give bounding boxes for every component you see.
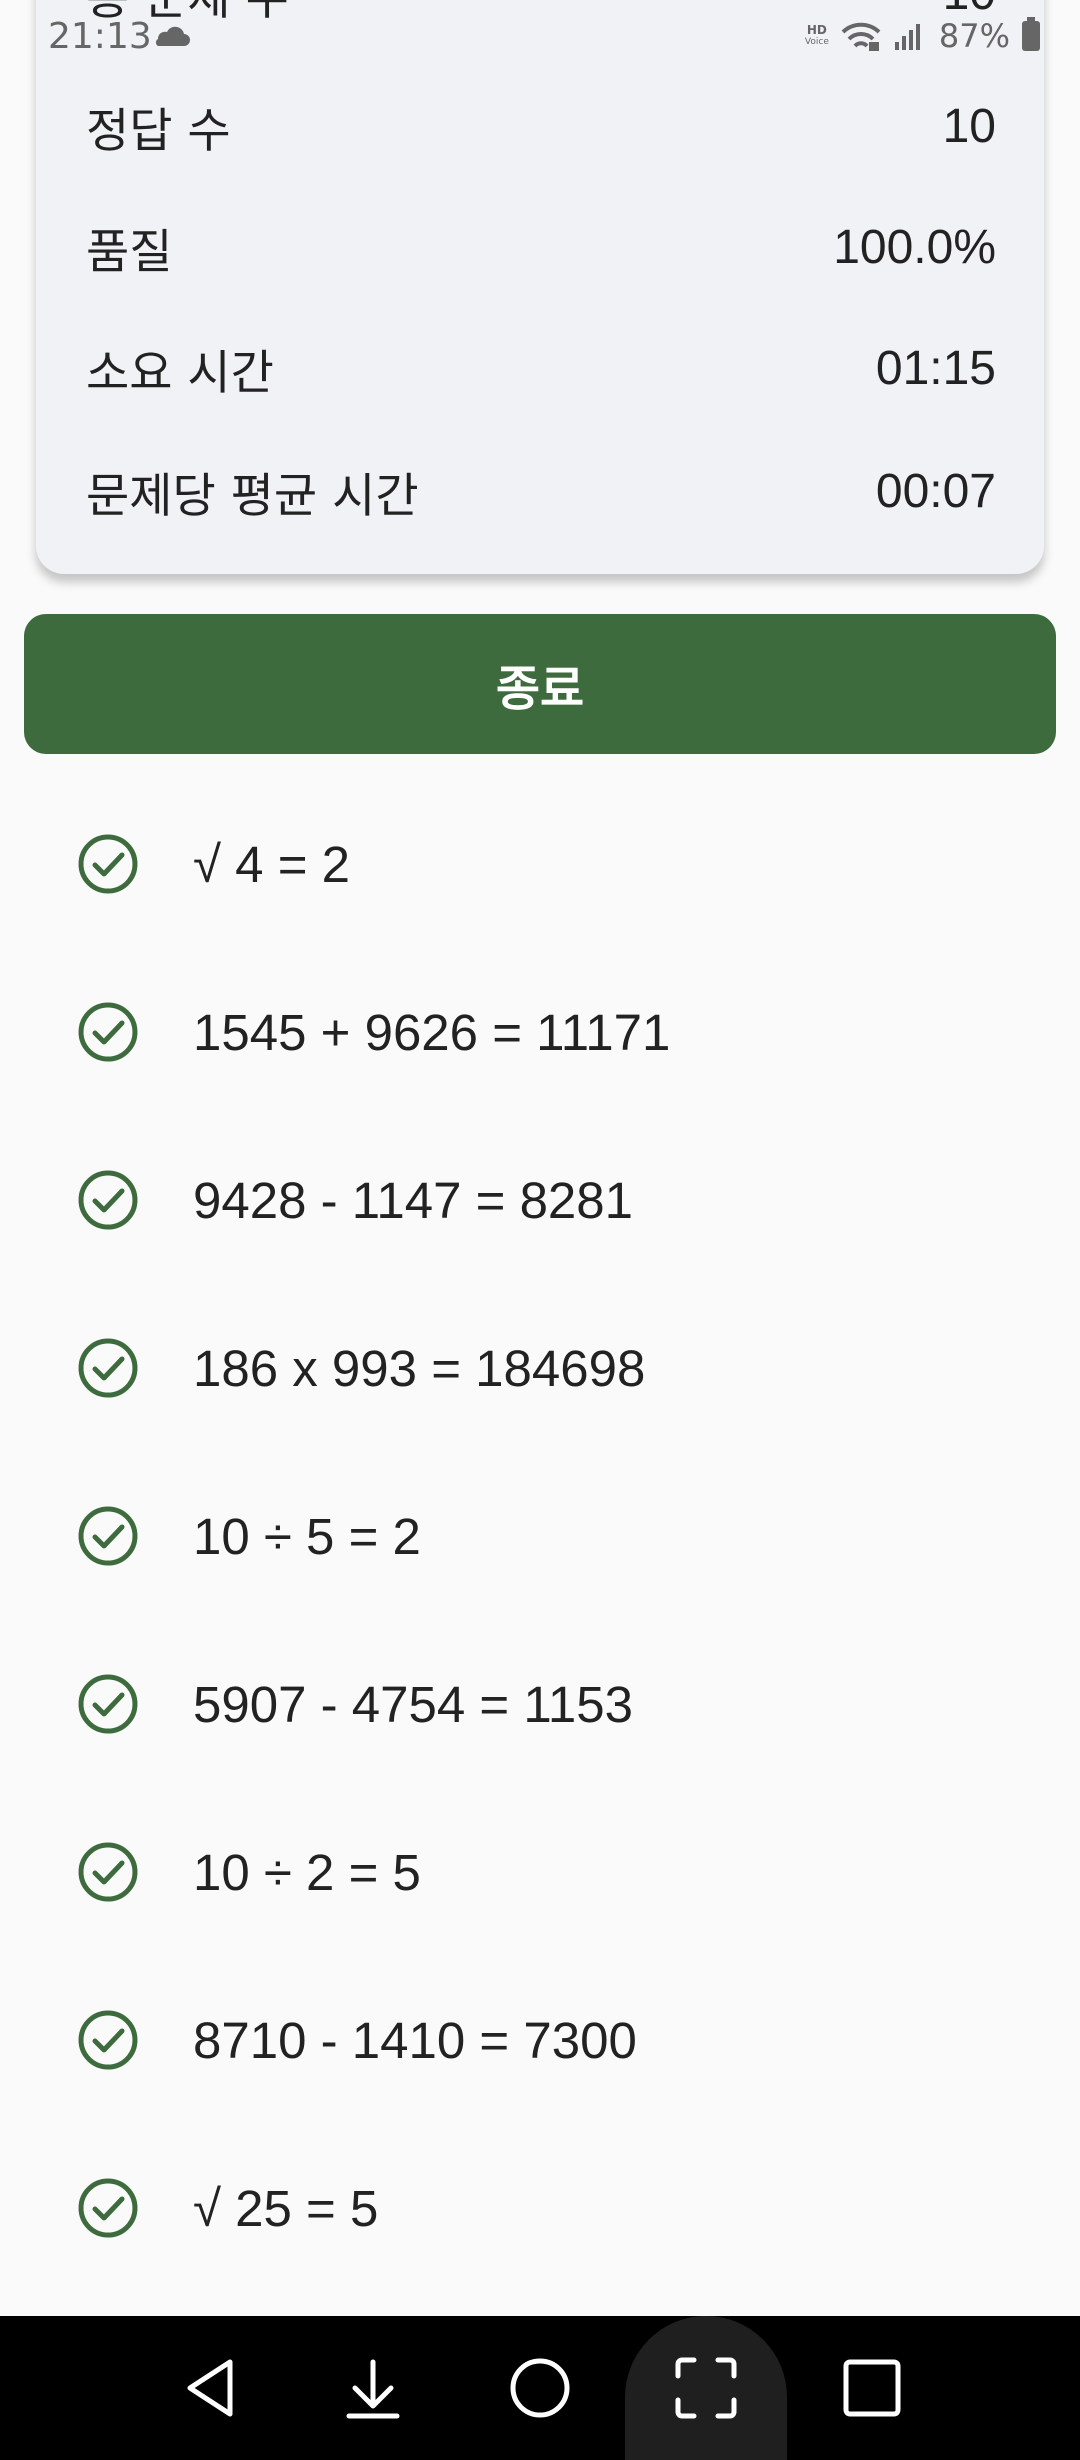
- stat-value: 01:15: [875, 341, 996, 395]
- problem-expression: 5907 - 4754 = 1153: [193, 1675, 634, 1733]
- list-item: 8710 - 1410 = 7300: [0, 1985, 1080, 2095]
- stat-label: 문제당 평균 시간: [86, 468, 419, 524]
- back-button[interactable]: [160, 2316, 260, 2460]
- stat-row-average-time: 문제당 평균 시간 00:07: [86, 456, 996, 526]
- list-item: √ 4 = 2: [0, 809, 1080, 919]
- list-item: √ 25 = 5: [0, 2153, 1080, 2263]
- problem-expression: 10 ÷ 5 = 2: [193, 1507, 421, 1565]
- stat-label: 품질: [86, 224, 173, 280]
- problem-expression: 9428 - 1147 = 8281: [193, 1171, 634, 1229]
- check-circle-icon: [78, 834, 138, 894]
- recents-icon: [843, 2359, 901, 2417]
- stat-value: 100.0%: [833, 220, 996, 274]
- check-circle-icon: [78, 1842, 138, 1902]
- problem-expression: 1545 + 9626 = 11171: [193, 1003, 671, 1061]
- check-circle-icon: [78, 1674, 138, 1734]
- stat-row-correct: 정답 수 10: [86, 91, 996, 161]
- check-circle-icon: [78, 1170, 138, 1230]
- check-circle-icon: [78, 1338, 138, 1398]
- list-item: 5907 - 4754 = 1153: [0, 1649, 1080, 1759]
- problem-expression: 8710 - 1410 = 7300: [193, 2011, 637, 2069]
- stat-row-elapsed-time: 소요 시간 01:15: [86, 333, 996, 403]
- stat-label: 정답 수: [86, 103, 231, 159]
- check-circle-icon: [78, 2010, 138, 2070]
- home-button[interactable]: [490, 2316, 590, 2460]
- recents-button[interactable]: [822, 2316, 922, 2460]
- list-item: 10 ÷ 5 = 2: [0, 1481, 1080, 1591]
- stat-row-quality: 품질 100.0%: [86, 212, 996, 282]
- download-icon: [346, 2359, 400, 2419]
- check-circle-icon: [78, 1506, 138, 1566]
- screenshot-icon: [675, 2357, 737, 2419]
- stat-value: 10: [942, 99, 996, 153]
- stat-label: 소요 시간: [86, 345, 274, 401]
- list-item: 1545 + 9626 = 11171: [0, 977, 1080, 1087]
- list-item: 9428 - 1147 = 8281: [0, 1145, 1080, 1255]
- stat-value: 00:07: [875, 464, 996, 518]
- problem-expression: 186 x 993 = 184698: [193, 1339, 646, 1397]
- list-item: 186 x 993 = 184698: [0, 1313, 1080, 1423]
- problem-expression: √ 25 = 5: [193, 2179, 379, 2237]
- download-button[interactable]: [323, 2316, 423, 2460]
- stat-row-total: 총 문제 수 10: [86, 0, 996, 28]
- finish-button[interactable]: 종료: [24, 614, 1056, 754]
- screenshot-button[interactable]: [656, 2316, 756, 2460]
- check-circle-icon: [78, 2178, 138, 2238]
- summary-card: 총 문제 수 10 정답 수 10 품질 100.0% 소요 시간 01:15 …: [36, 0, 1044, 574]
- problem-expression: √ 4 = 2: [193, 835, 351, 893]
- back-icon: [187, 2359, 233, 2417]
- stat-label: 총 문제 수: [86, 0, 289, 28]
- check-circle-icon: [78, 1002, 138, 1062]
- problem-expression: 10 ÷ 2 = 5: [193, 1843, 421, 1901]
- stat-value: 10: [943, 0, 996, 21]
- home-icon: [510, 2358, 570, 2418]
- finish-button-label: 종료: [495, 661, 585, 717]
- list-item: 10 ÷ 2 = 5: [0, 1817, 1080, 1927]
